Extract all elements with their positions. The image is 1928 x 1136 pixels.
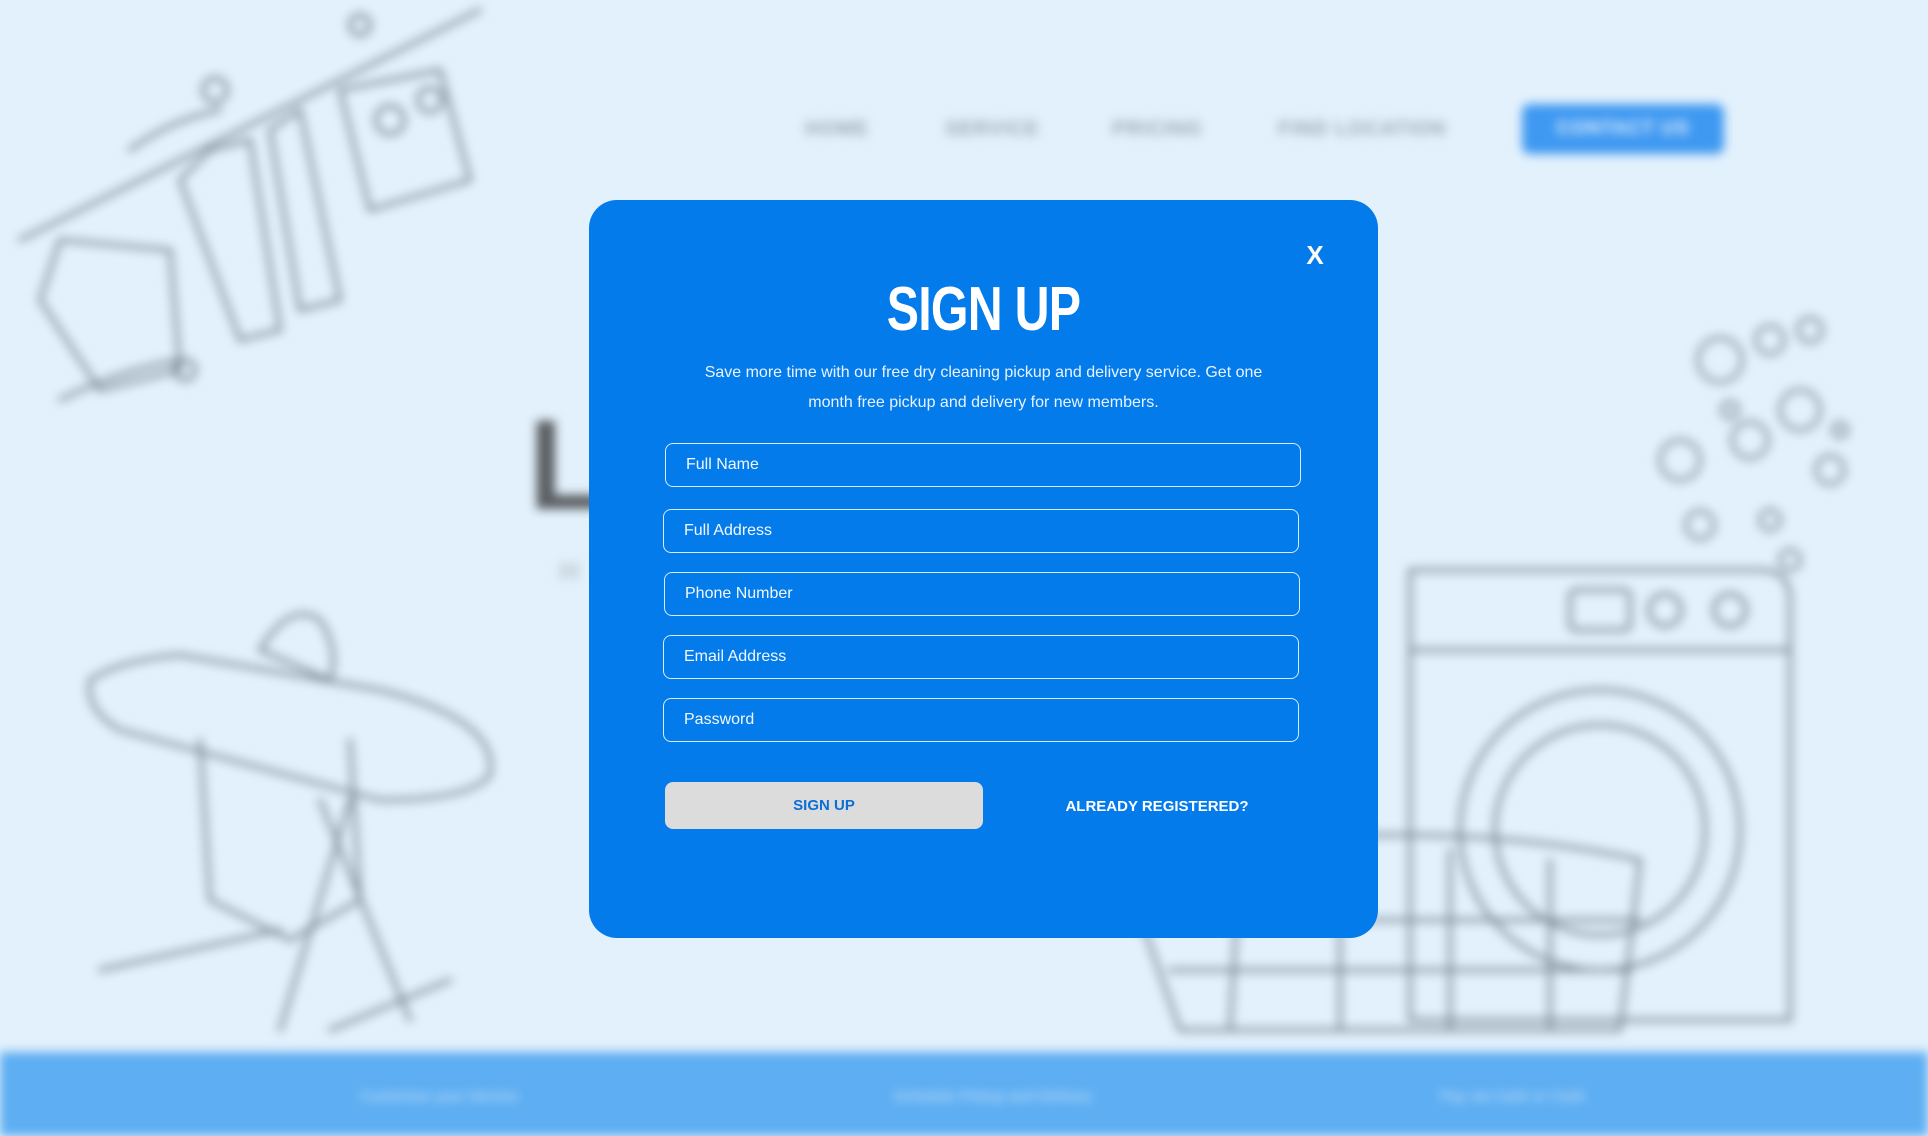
full-name-input[interactable] <box>665 443 1301 487</box>
nav-service[interactable]: SERVICE <box>945 118 1039 141</box>
signup-button[interactable]: SIGN UP <box>665 782 983 829</box>
phone-number-input[interactable] <box>664 572 1300 616</box>
modal-title: SIGN UP <box>886 275 1081 344</box>
password-input[interactable] <box>663 698 1299 742</box>
ironing-board-illustration <box>87 612 493 1032</box>
footer-item-schedule: Schedule Pickup and Delivery <box>893 1088 1093 1105</box>
footer-item-payment: Pay via Cash or Cash <box>1440 1088 1586 1105</box>
hero-subtitle: H <box>560 556 579 586</box>
top-navigation: HOME SERVICE PRICING FIND LOCATION CONTA… <box>0 104 1928 156</box>
nav-find-location[interactable]: FIND LOCATION <box>1278 118 1446 141</box>
close-icon[interactable]: X <box>1300 240 1330 270</box>
clothesline-illustration <box>18 8 482 402</box>
contact-us-button[interactable]: CONTACT US <box>1522 104 1724 154</box>
nav-pricing[interactable]: PRICING <box>1112 118 1202 141</box>
modal-description: Save more time with our free dry cleanin… <box>704 364 1263 411</box>
nav-home[interactable]: HOME <box>805 118 869 141</box>
full-address-input[interactable] <box>663 509 1299 553</box>
bubbles-illustration <box>1658 316 1849 572</box>
already-registered-link[interactable]: ALREADY REGISTERED? <box>1047 798 1267 815</box>
signup-modal: X SIGN UP Save more time with our free d… <box>589 200 1378 938</box>
footer-item-customize: Customize your Service <box>360 1088 519 1105</box>
email-address-input[interactable] <box>663 635 1299 679</box>
feature-footer-bar: Customize your Service Schedule Pickup a… <box>0 1052 1928 1136</box>
